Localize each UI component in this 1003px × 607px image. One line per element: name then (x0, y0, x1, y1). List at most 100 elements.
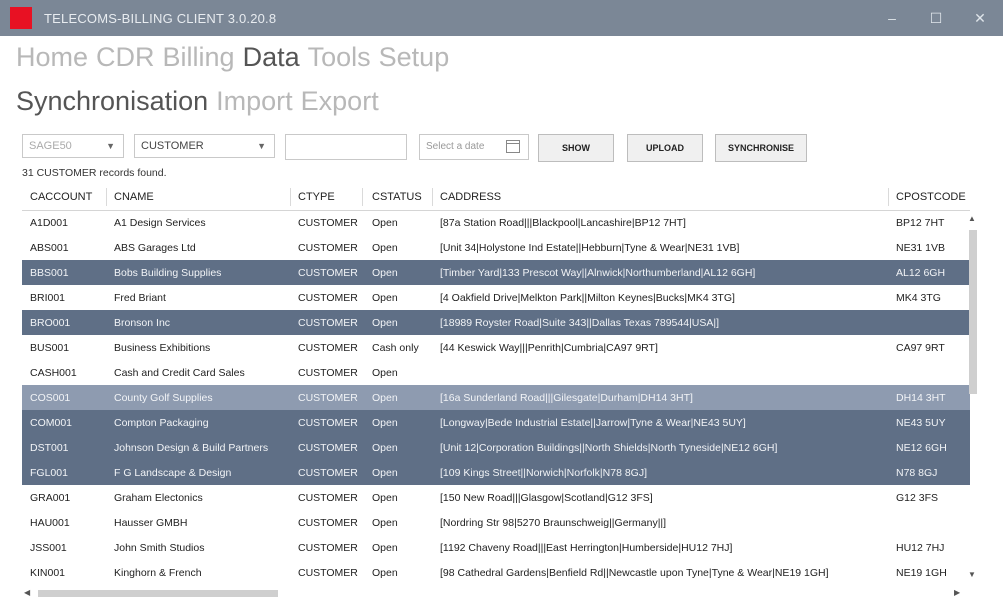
menu-setup[interactable]: Setup (379, 42, 450, 72)
submenu-synchronisation[interactable]: Synchronisation (16, 86, 208, 116)
vertical-scrollbar[interactable]: ▲ ▼ (966, 214, 980, 586)
cell-type: CUSTOMER (298, 442, 358, 454)
date-picker[interactable]: Select a date (419, 134, 529, 160)
menu-cdr[interactable]: CDR (96, 42, 155, 72)
main-menu: Home CDR Billing Data Tools Setup (16, 42, 457, 73)
table-row[interactable]: DST001 Johnson Design & Build Partners CUS… (22, 435, 970, 460)
table-row[interactable]: JSS001 John Smith Studios CUSTOMER Open [119… (22, 535, 970, 560)
table-row[interactable]: COS001 County Golf Supplies CUSTOMER Open [1… (22, 385, 970, 410)
cell-address: [Unit 12|Corporation Buildings||North Sh… (440, 442, 778, 454)
submenu-export[interactable]: Export (301, 86, 379, 116)
table-row[interactable]: HAU001 Hausser GMBH CUSTOMER Open [Nordring … (22, 510, 970, 535)
maximize-button[interactable]: ☐ (914, 0, 958, 36)
cell-address: [87a Station Road|||Blackpool|Lancashire… (440, 217, 686, 229)
cell-account: GRA001 (30, 492, 71, 504)
date-placeholder: Select a date (426, 141, 485, 152)
window-title: TELECOMS-BILLING CLIENT 3.0.20.8 (44, 10, 277, 26)
sub-menu: Synchronisation Import Export (16, 86, 387, 117)
records-status: 31 CUSTOMER records found. (22, 167, 167, 179)
synchronise-button[interactable]: SYNCHRONISE (715, 134, 807, 162)
chevron-down-icon: ▼ (257, 141, 266, 151)
cell-name: Johnson Design & Build Partners (114, 442, 269, 454)
column-divider[interactable] (888, 188, 889, 206)
cell-name: Graham Electonics (114, 492, 203, 504)
cell-status: Open (372, 292, 398, 304)
menu-data[interactable]: Data (243, 42, 300, 72)
cell-account: KIN001 (30, 567, 66, 579)
cell-address: [109 Kings Street||Norwich|Norfolk|N78 8… (440, 467, 647, 479)
cell-address: [Unit 34|Holystone Ind Estate||Hebburn|T… (440, 242, 740, 254)
column-header-cpostcode[interactable]: CPOSTCODE (896, 191, 966, 203)
cell-name: Kinghorn & French (114, 567, 202, 579)
vertical-scroll-thumb[interactable] (969, 230, 977, 394)
close-button[interactable]: ✕ (958, 0, 1002, 36)
cell-address: [98 Cathedral Gardens|Benfield Rd||Newca… (440, 567, 829, 579)
cell-type: CUSTOMER (298, 542, 358, 554)
scroll-right-icon[interactable]: ▶ (954, 588, 960, 597)
column-divider[interactable] (432, 188, 433, 206)
minimize-button[interactable]: – (870, 0, 914, 36)
cell-status: Open (372, 242, 398, 254)
cell-address: [4 Oakfield Drive|Melkton Park||Milton K… (440, 292, 735, 304)
column-header-cname[interactable]: CNAME (114, 191, 154, 203)
menu-tools[interactable]: Tools (308, 42, 371, 72)
cell-address: [150 New Road|||Glasgow|Scotland|G12 3FS… (440, 492, 653, 504)
cell-status: Open (372, 467, 398, 479)
cell-postcode: NE43 5UY (896, 417, 946, 429)
horizontal-scrollbar[interactable]: ◀ ▶ (24, 588, 966, 600)
column-header-caddress[interactable]: CADDRESS (440, 191, 501, 203)
menu-billing[interactable]: Billing (163, 42, 235, 72)
column-header-ctype[interactable]: CTYPE (298, 191, 335, 203)
source-select[interactable]: SAGE50 ▼ (22, 134, 124, 158)
scroll-left-icon[interactable]: ◀ (24, 588, 30, 597)
column-divider[interactable] (106, 188, 107, 206)
cell-name: John Smith Studios (114, 542, 205, 554)
scroll-up-icon[interactable]: ▲ (968, 214, 976, 223)
cell-name: Fred Briant (114, 292, 166, 304)
column-divider[interactable] (290, 188, 291, 206)
entity-select[interactable]: CUSTOMER ▼ (134, 134, 275, 158)
cell-account: HAU001 (30, 517, 70, 529)
cell-name: F G Landscape & Design (114, 467, 232, 479)
column-header-cstatus[interactable]: CSTATUS (372, 191, 422, 203)
source-select-value: SAGE50 (29, 140, 72, 152)
show-button[interactable]: SHOW (538, 134, 614, 162)
table-row[interactable]: GRA001 Graham Electonics CUSTOMER Open [150 … (22, 485, 970, 510)
cell-address: [Timber Yard|133 Prescot Way||Alnwick|No… (440, 267, 756, 279)
table-row[interactable]: BRI001 Fred Briant CUSTOMER Open [4 Oakfield… (22, 285, 970, 310)
title-bar: TELECOMS-BILLING CLIENT 3.0.20.8 – ☐ ✕ (0, 0, 1003, 36)
cell-type: CUSTOMER (298, 242, 358, 254)
calendar-icon[interactable] (506, 140, 520, 153)
column-divider[interactable] (362, 188, 363, 206)
table-row[interactable]: FGL001 F G Landscape & Design CUSTOMER Open… (22, 460, 970, 485)
table-row[interactable]: KIN001 Kinghorn & French CUSTOMER Open [98 C… (22, 560, 970, 585)
table-row[interactable]: COM001 Compton Packaging CUSTOMER Open [Long… (22, 410, 970, 435)
cell-account: ABS001 (30, 242, 69, 254)
cell-type: CUSTOMER (298, 517, 358, 529)
table-row[interactable]: BRO001 Bronson Inc CUSTOMER Open [18989 Roys… (22, 310, 970, 335)
table-row[interactable]: A1D001 A1 Design Services CUSTOMER Open [87a… (22, 210, 970, 235)
cell-name: Bobs Building Supplies (114, 267, 222, 279)
table-row[interactable]: BBS001 Bobs Building Supplies CUSTOMER Open… (22, 260, 970, 285)
column-header-caccount[interactable]: CACCOUNT (30, 191, 92, 203)
table-row[interactable]: CASH001 Cash and Credit Card Sales CUSTOME… (22, 360, 970, 385)
cell-name: Hausser GMBH (114, 517, 188, 529)
scroll-down-icon[interactable]: ▼ (968, 570, 976, 579)
table-row[interactable]: BUS001 Business Exhibitions CUSTOMER Cash o… (22, 335, 970, 360)
cell-type: CUSTOMER (298, 292, 358, 304)
cell-status: Open (372, 517, 398, 529)
cell-account: A1D001 (30, 217, 68, 229)
cell-account: DST001 (30, 442, 69, 454)
table-row[interactable]: ABS001 ABS Garages Ltd CUSTOMER Open [Unit 3… (22, 235, 970, 260)
cell-account: BBS001 (30, 267, 69, 279)
submenu-import[interactable]: Import (216, 86, 293, 116)
search-input[interactable] (285, 134, 407, 160)
cell-account: FGL001 (30, 467, 68, 479)
cell-postcode: DH14 3HT (896, 392, 946, 404)
upload-button[interactable]: UPLOAD (627, 134, 703, 162)
cell-postcode: NE12 6GH (896, 442, 947, 454)
menu-home[interactable]: Home (16, 42, 88, 72)
horizontal-scroll-thumb[interactable] (38, 590, 278, 597)
cell-account: BRI001 (30, 292, 66, 304)
cell-address: [16a Sunderland Road|||Gilesgate|Durham|… (440, 392, 693, 404)
